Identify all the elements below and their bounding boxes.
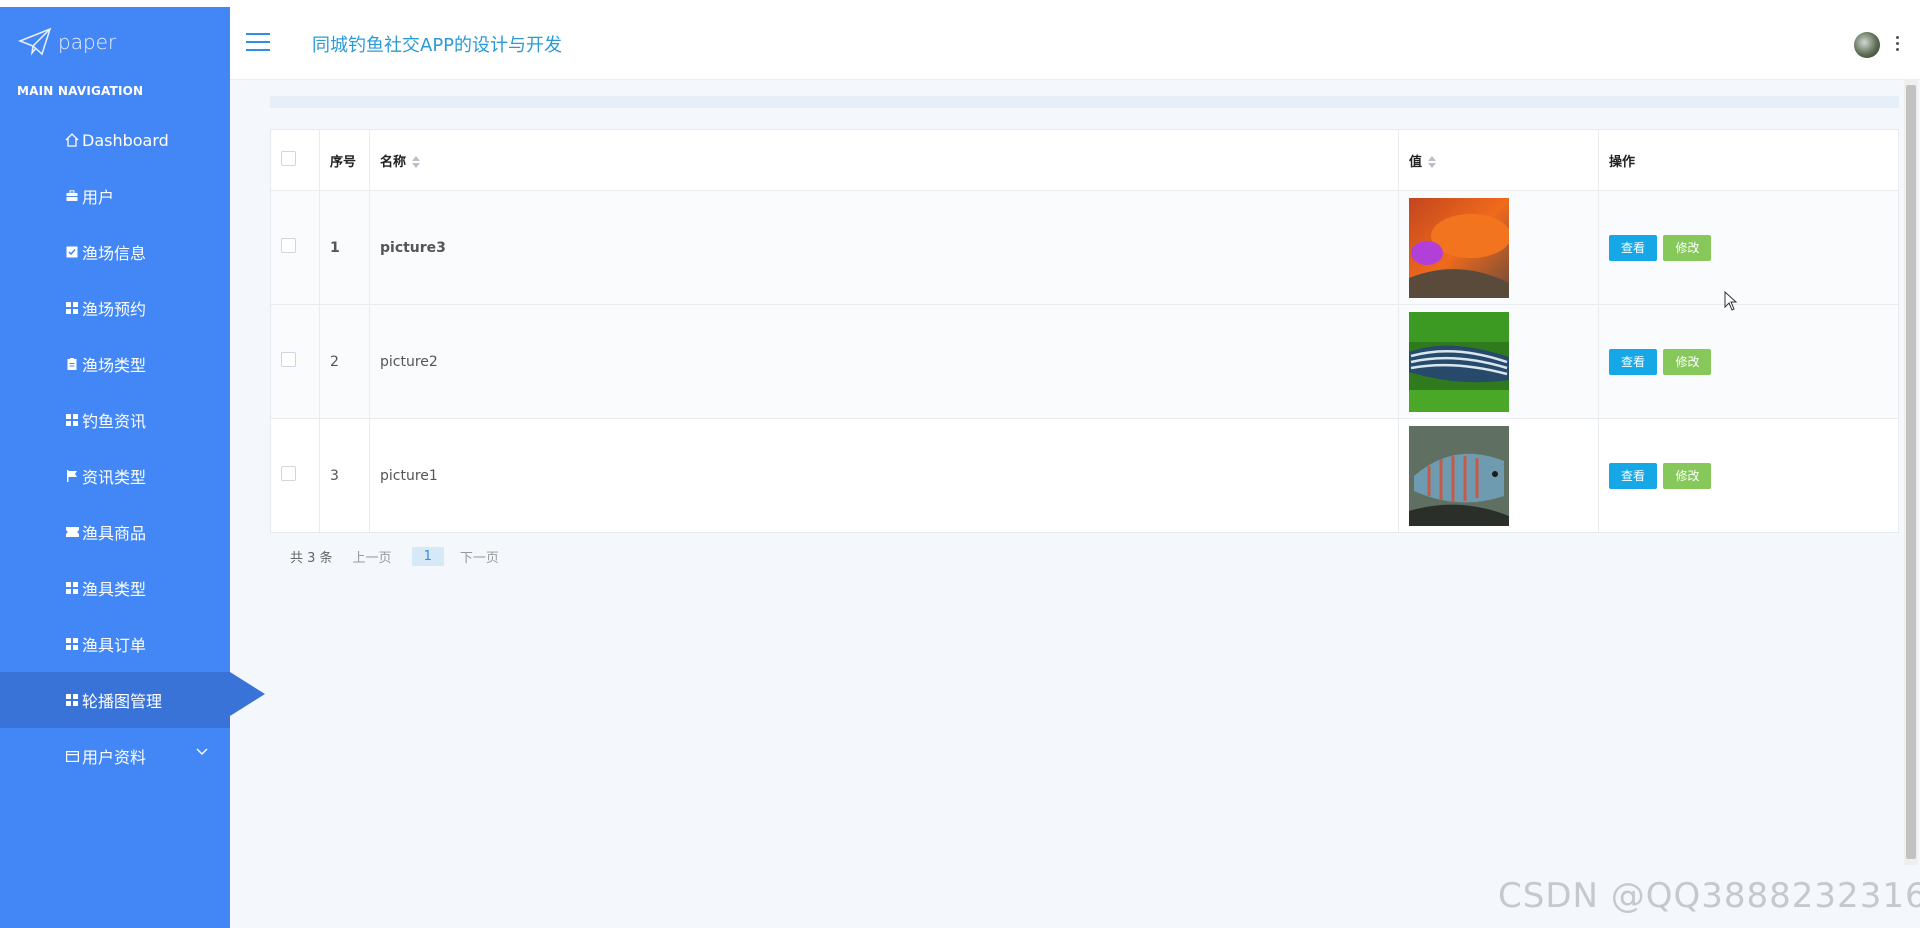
sort-icon[interactable] bbox=[412, 156, 421, 168]
sort-icon[interactable] bbox=[1428, 156, 1437, 168]
row-name: picture1 bbox=[369, 418, 1399, 533]
sidebar-item-label: 钓鱼资讯 bbox=[82, 412, 147, 431]
toolbar-strip bbox=[270, 96, 1899, 108]
paper-plane-icon bbox=[18, 27, 52, 56]
grid-icon bbox=[64, 412, 80, 428]
nav-header: MAIN NAVIGATION bbox=[17, 84, 144, 98]
row-index: 2 bbox=[319, 304, 370, 419]
row-checkbox[interactable] bbox=[281, 352, 296, 367]
row-index: 1 bbox=[319, 190, 370, 305]
select-all-checkbox[interactable] bbox=[281, 150, 296, 166]
view-button[interactable]: 查看 bbox=[1609, 348, 1658, 375]
row-index: 3 bbox=[319, 418, 370, 533]
sidebar-item-users[interactable]: 用户 bbox=[0, 168, 230, 224]
table-row: 1 picture3 查看 修改 bbox=[270, 190, 1899, 305]
row-select-cell bbox=[270, 190, 320, 305]
avatar[interactable] bbox=[1854, 32, 1880, 58]
next-page-button[interactable]: 下一页 bbox=[460, 547, 499, 566]
row-select-cell bbox=[270, 304, 320, 419]
sidebar-item-gear-type[interactable]: 渔具类型 bbox=[0, 560, 230, 616]
grid-icon bbox=[64, 580, 80, 596]
grid-icon bbox=[64, 300, 80, 316]
sidebar-nav: Dashboard 用户 渔场信息 渔场预约 渔场类型 钓鱼资讯 资讯类型 渔具… bbox=[0, 112, 265, 784]
sidebar-item-label: 渔场信息 bbox=[82, 244, 147, 263]
watermark: CSDN @QQ3888232316 bbox=[1498, 876, 1920, 916]
sidebar-item-label: 资讯类型 bbox=[82, 468, 147, 487]
sidebar-item-label: 用户资料 bbox=[82, 748, 147, 767]
more-options-icon[interactable] bbox=[1894, 33, 1900, 57]
sidebar-item-fishery-info[interactable]: 渔场信息 bbox=[0, 224, 230, 280]
sidebar-item-label: 渔场预约 bbox=[82, 300, 147, 319]
sidebar-item-fishery-type[interactable]: 渔场类型 bbox=[0, 336, 230, 392]
view-button[interactable]: 查看 bbox=[1609, 234, 1658, 261]
row-actions: 查看 修改 bbox=[1598, 418, 1899, 533]
scrollbar-thumb[interactable] bbox=[1906, 85, 1916, 859]
grid-icon bbox=[64, 692, 80, 708]
sidebar-item-fishing-news[interactable]: 钓鱼资讯 bbox=[0, 392, 230, 448]
sidebar-item-carousel-management[interactable]: 轮播图管理 bbox=[0, 672, 265, 728]
sidebar-item-gear-products[interactable]: 渔具商品 bbox=[0, 504, 230, 560]
blue-fish-thumbnail[interactable] bbox=[1409, 425, 1509, 526]
clipboard-icon bbox=[64, 356, 80, 372]
sidebar: paper MAIN NAVIGATION Dashboard 用户 渔场信息 bbox=[0, 7, 265, 928]
row-checkbox[interactable] bbox=[281, 238, 296, 253]
top-header: 同城钓鱼社交APP的设计与开发 bbox=[230, 7, 1920, 80]
column-header-index: 序号 bbox=[319, 129, 370, 191]
grid-icon bbox=[64, 636, 80, 652]
pagination: 共 3 条 上一页 1 下一页 bbox=[290, 547, 519, 566]
row-select-cell bbox=[270, 418, 320, 533]
edit-button[interactable]: 修改 bbox=[1663, 348, 1712, 375]
ticket-icon bbox=[64, 524, 80, 540]
view-button[interactable]: 查看 bbox=[1609, 462, 1658, 489]
table-row: 2 picture2 查看 修改 bbox=[270, 304, 1899, 419]
sidebar-item-label: 轮播图管理 bbox=[82, 692, 163, 711]
brand[interactable]: paper bbox=[18, 25, 116, 59]
sidebar-item-news-type[interactable]: 资讯类型 bbox=[0, 448, 230, 504]
briefcase-icon bbox=[64, 188, 80, 204]
pagination-total: 共 3 条 bbox=[290, 551, 333, 566]
carousel-table: 序号 名称 值 操作 1 picture3 查看 修改 2 picture2 查… bbox=[270, 129, 1899, 533]
sidebar-item-label: 渔具商品 bbox=[82, 524, 147, 543]
mouse-cursor-icon bbox=[1724, 291, 1738, 311]
column-header-name-label: 名称 bbox=[380, 154, 407, 170]
row-actions: 查看 修改 bbox=[1598, 190, 1899, 305]
striped-fish-thumbnail[interactable] bbox=[1409, 311, 1509, 412]
row-image-cell bbox=[1398, 418, 1599, 533]
table-header-row: 序号 名称 值 操作 bbox=[270, 129, 1899, 191]
sidebar-item-fishery-booking[interactable]: 渔场预约 bbox=[0, 280, 230, 336]
orange-fish-thumbnail[interactable] bbox=[1409, 197, 1509, 298]
flag-icon bbox=[64, 468, 80, 484]
column-header-name[interactable]: 名称 bbox=[369, 129, 1399, 191]
chevron-down-icon[interactable] bbox=[196, 748, 208, 756]
home-icon bbox=[64, 132, 80, 148]
sidebar-item-dashboard[interactable]: Dashboard bbox=[0, 112, 230, 168]
row-actions: 查看 修改 bbox=[1598, 304, 1899, 419]
sidebar-item-user-profile[interactable]: 用户资料 bbox=[0, 728, 230, 784]
column-header-value[interactable]: 值 bbox=[1398, 129, 1599, 191]
row-image-cell bbox=[1398, 304, 1599, 419]
row-name: picture3 bbox=[369, 190, 1399, 305]
page-number-current[interactable]: 1 bbox=[411, 547, 444, 566]
row-name: picture2 bbox=[369, 304, 1399, 419]
column-header-actions: 操作 bbox=[1598, 129, 1899, 191]
prev-page-button[interactable]: 上一页 bbox=[353, 547, 392, 566]
sidebar-item-label: 渔具类型 bbox=[82, 580, 147, 599]
sidebar-item-gear-orders[interactable]: 渔具订单 bbox=[0, 616, 230, 672]
sidebar-item-label: 用户 bbox=[82, 188, 115, 207]
table-row: 3 picture1 查看 修改 bbox=[270, 418, 1899, 533]
row-image-cell bbox=[1398, 190, 1599, 305]
sidebar-item-label: 渔场类型 bbox=[82, 356, 147, 375]
edit-button[interactable]: 修改 bbox=[1663, 462, 1712, 489]
edit-button[interactable]: 修改 bbox=[1663, 234, 1712, 261]
sidebar-item-label: Dashboard bbox=[82, 130, 169, 150]
card-icon bbox=[64, 748, 80, 764]
sidebar-item-label: 渔具订单 bbox=[82, 636, 147, 655]
site-title: 同城钓鱼社交APP的设计与开发 bbox=[312, 35, 563, 56]
row-checkbox[interactable] bbox=[281, 466, 296, 481]
column-header-value-label: 值 bbox=[1409, 154, 1423, 170]
menu-toggle-icon[interactable] bbox=[246, 33, 272, 53]
brand-name: paper bbox=[58, 30, 117, 54]
check-square-icon bbox=[64, 244, 80, 260]
select-all-cell bbox=[270, 129, 320, 191]
